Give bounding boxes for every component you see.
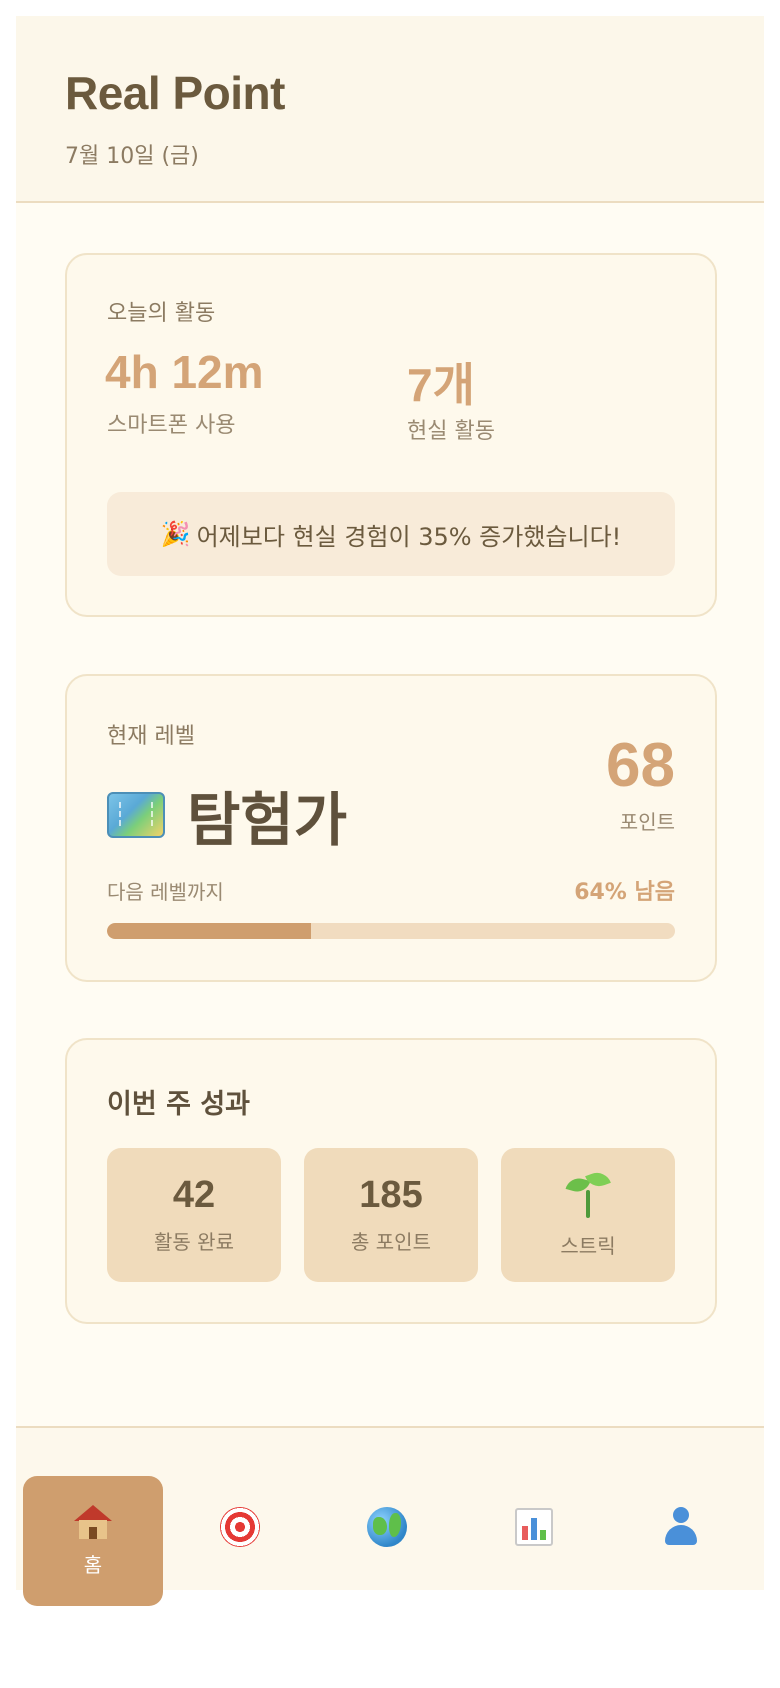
- real-activity-label: 현실 활동: [407, 419, 495, 444]
- sprout-icon: [565, 1168, 611, 1218]
- screen-time-label: 스마트폰 사용: [107, 413, 236, 438]
- real-activity-count: 7개: [407, 359, 475, 411]
- today-activity-label: 오늘의 활동: [107, 301, 216, 326]
- level-progress-bar: [107, 923, 675, 939]
- today-activity-card: 오늘의 활동 4h 12m 스마트폰 사용 7개 현실 활동 🎉 어제보다 현실…: [65, 253, 717, 617]
- user-icon: [662, 1507, 700, 1547]
- level-title: 탐험가: [107, 773, 347, 857]
- level-name: 탐험가: [187, 786, 348, 854]
- stat-streak: 스트릭: [501, 1148, 675, 1282]
- chart-icon: [515, 1508, 553, 1546]
- current-level-label: 현재 레벨: [107, 724, 195, 749]
- stat-label: 활동 완료: [154, 1229, 234, 1254]
- stat-label: 총 포인트: [351, 1229, 431, 1254]
- next-level-label: 다음 레벨까지: [107, 880, 224, 904]
- weekly-achievements-card: 이번 주 성과 42 활동 완료 185 총 포인트 스트릭: [65, 1038, 717, 1324]
- nav-stats[interactable]: [464, 1462, 604, 1592]
- map-icon: [107, 792, 165, 838]
- app-header: Real Point 7월 10일 (금): [16, 16, 764, 203]
- nav-explore[interactable]: [317, 1462, 457, 1592]
- stat-activities-completed: 42 활동 완료: [107, 1148, 281, 1282]
- party-popper-icon: 🎉: [160, 520, 191, 548]
- target-icon: [220, 1507, 260, 1547]
- nav-profile[interactable]: [611, 1462, 751, 1592]
- weekly-title: 이번 주 성과: [107, 1089, 250, 1120]
- nav-missions[interactable]: [170, 1462, 310, 1592]
- nav-home-label: 홈: [83, 1552, 103, 1577]
- level-progress-fill: [107, 923, 312, 939]
- level-remaining: 64% 남음: [574, 880, 675, 905]
- app-title: Real Point: [65, 67, 285, 119]
- stat-label: 스트릭: [560, 1233, 616, 1258]
- home-icon: [74, 1504, 112, 1539]
- level-card: 현재 레벨 탐험가 68 포인트 다음 레벨까지 64% 남음: [65, 674, 717, 982]
- screen-time-value: 4h 12m: [105, 346, 264, 398]
- stat-value: 185: [359, 1173, 423, 1216]
- stat-value: 42: [172, 1173, 216, 1216]
- nav-home[interactable]: 홈: [23, 1476, 163, 1606]
- level-points-value: 68: [606, 731, 675, 800]
- current-date: 7월 10일 (금): [65, 144, 199, 169]
- globe-icon: [367, 1507, 407, 1547]
- bottom-nav: 홈: [16, 1426, 764, 1606]
- improvement-banner: 🎉 어제보다 현실 경험이 35% 증가했습니다!: [107, 492, 675, 576]
- improvement-message: 어제보다 현실 경험이 35% 증가했습니다!: [196, 522, 622, 551]
- stat-total-points: 185 총 포인트: [304, 1148, 478, 1282]
- app-screen: Real Point 7월 10일 (금) 오늘의 활동 4h 12m 스마트폰…: [16, 16, 764, 1606]
- level-points-label: 포인트: [619, 810, 675, 834]
